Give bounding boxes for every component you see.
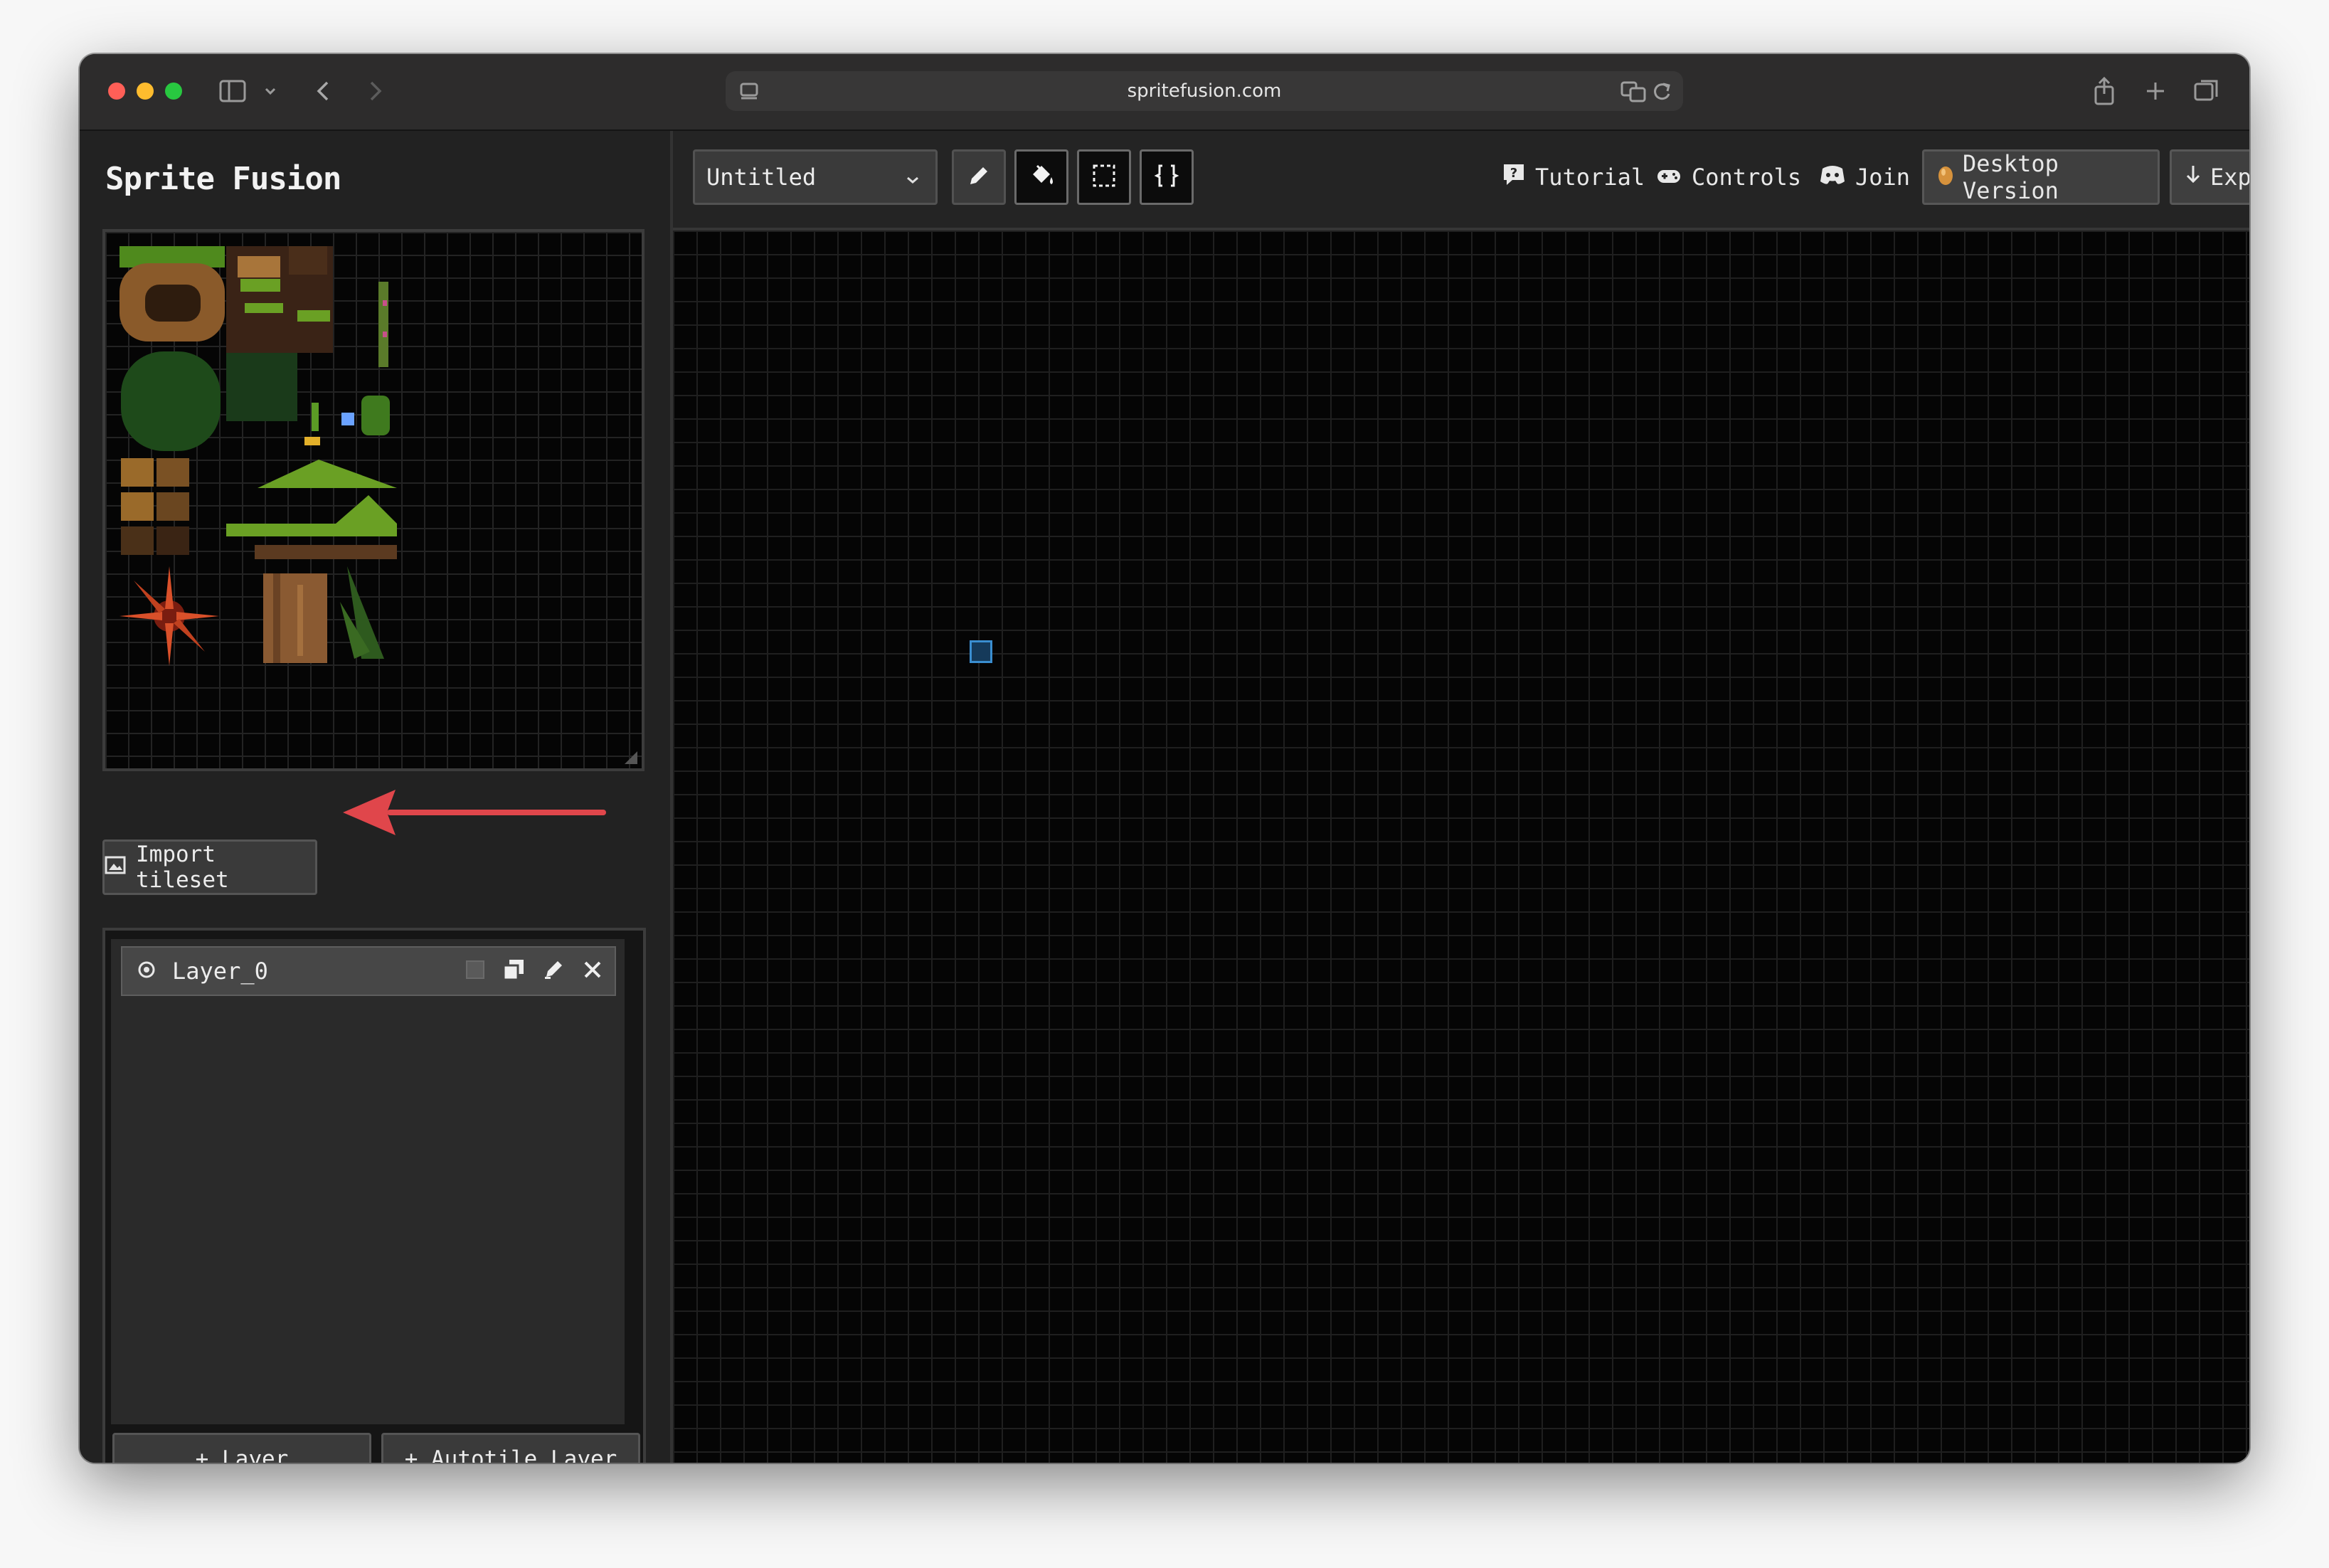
export-button[interactable]: Export bbox=[2170, 149, 2249, 205]
select-tool-button[interactable] bbox=[1077, 149, 1131, 205]
url-text: spritefusion.com bbox=[1127, 80, 1282, 102]
forward-icon[interactable] bbox=[359, 75, 390, 107]
desktop-version-button[interactable]: Desktop Version bbox=[1922, 149, 2160, 205]
map-name-select[interactable]: Untitled bbox=[693, 149, 938, 205]
tab-overview-icon[interactable] bbox=[2191, 75, 2222, 107]
layers-panel: Layer_0 + Layer + Autotile Layer bbox=[102, 928, 646, 1463]
braces-icon bbox=[1152, 161, 1181, 193]
fill-tool-button[interactable] bbox=[1014, 149, 1068, 205]
export-label: Export bbox=[2210, 164, 2249, 191]
browser-toolbar: spritefusion.com bbox=[80, 54, 2249, 131]
back-icon[interactable] bbox=[309, 75, 340, 107]
app-title: Sprite Fusion bbox=[105, 161, 341, 197]
code-tool-button[interactable] bbox=[1140, 149, 1194, 205]
tutorial-link[interactable]: ? Tutorial bbox=[1501, 149, 1645, 205]
fill-bucket-icon bbox=[1027, 161, 1056, 193]
discord-icon bbox=[1818, 161, 1847, 193]
join-link[interactable]: Join bbox=[1818, 149, 1910, 205]
annotation-arrow bbox=[343, 790, 606, 835]
download-arrow-icon bbox=[2185, 163, 2202, 191]
svg-text:?: ? bbox=[1510, 166, 1517, 181]
pencil-tool-button[interactable] bbox=[952, 149, 1006, 205]
controls-link[interactable]: Controls bbox=[1655, 149, 1801, 205]
duplicate-icon[interactable] bbox=[502, 958, 525, 984]
sidebar-toggle-icon[interactable] bbox=[218, 75, 249, 107]
map-canvas[interactable] bbox=[673, 231, 2249, 1463]
chevron-down-icon[interactable] bbox=[262, 75, 279, 107]
desktop-version-label: Desktop Version bbox=[1963, 150, 2059, 204]
import-tileset-label: Import tileset bbox=[136, 842, 229, 893]
import-tileset-button[interactable]: Import tileset bbox=[102, 839, 317, 895]
gamepad-icon bbox=[1655, 161, 1683, 193]
layer-item[interactable]: Layer_0 bbox=[121, 946, 616, 996]
map-name: Untitled bbox=[706, 164, 817, 191]
zoom-window-button[interactable] bbox=[165, 83, 182, 100]
selection-icon bbox=[1090, 161, 1118, 193]
pencil-icon bbox=[966, 163, 992, 191]
layer-name: Layer_0 bbox=[172, 958, 268, 985]
tutorial-label: Tutorial bbox=[1535, 164, 1645, 191]
close-icon[interactable] bbox=[582, 959, 603, 983]
close-window-button[interactable] bbox=[108, 83, 125, 100]
image-icon bbox=[105, 854, 126, 880]
editor-toolbar: Untitled ? Tutorial Controls Join Deskto… bbox=[673, 131, 2249, 231]
egg-icon bbox=[1937, 162, 1954, 192]
help-icon: ? bbox=[1501, 161, 1527, 193]
rename-pencil-icon[interactable] bbox=[542, 958, 565, 984]
address-bar[interactable]: spritefusion.com bbox=[726, 71, 1683, 111]
translate-icon[interactable] bbox=[1619, 75, 1648, 107]
chevron-down-icon bbox=[906, 164, 920, 191]
browser-window: spritefusion.com Sprite Fusion Import ti… bbox=[80, 54, 2249, 1463]
add-layer-button[interactable]: + Layer bbox=[112, 1433, 371, 1463]
tileset-preview[interactable] bbox=[102, 229, 644, 771]
controls-label: Controls bbox=[1692, 164, 1802, 191]
new-tab-icon[interactable] bbox=[2140, 75, 2171, 107]
visibility-icon[interactable] bbox=[137, 960, 156, 982]
resize-handle[interactable] bbox=[625, 751, 637, 764]
join-label: Join bbox=[1855, 164, 1911, 191]
minimize-window-button[interactable] bbox=[137, 83, 154, 100]
tile-cursor bbox=[970, 640, 992, 663]
layers-list: Layer_0 bbox=[111, 939, 625, 1424]
layer-lock-checkbox[interactable] bbox=[465, 960, 485, 982]
share-icon[interactable] bbox=[2089, 75, 2120, 107]
tileset-image bbox=[120, 246, 397, 666]
add-autotile-layer-button[interactable]: + Autotile Layer bbox=[381, 1433, 640, 1463]
reload-icon[interactable] bbox=[1648, 75, 1676, 107]
